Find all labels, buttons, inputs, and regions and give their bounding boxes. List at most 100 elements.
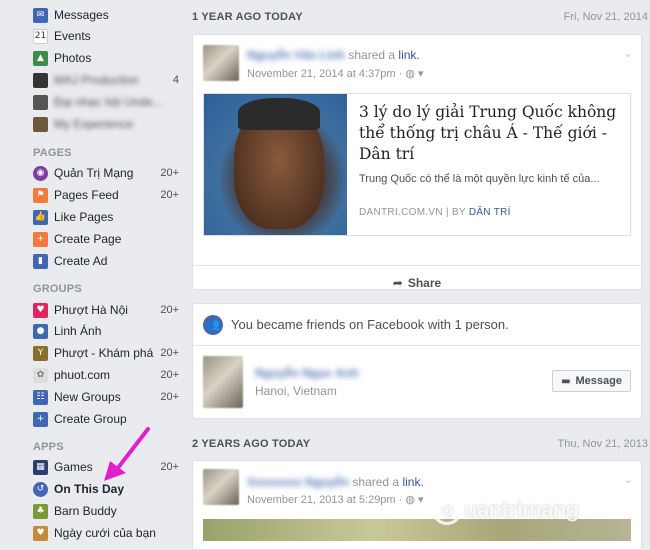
message-label: Message — [575, 375, 622, 387]
post-meta: November 21, 2013 at 5:29pm · ◍ ▾ — [247, 493, 424, 506]
link-preview-text: 3 lý do lý giải Trung Quốc không thể thố… — [347, 94, 630, 235]
message-button[interactable]: ▬ Message — [552, 370, 631, 392]
friends-icon: 👥 — [203, 314, 223, 335]
main-content: 1 YEAR AGO TODAY Fri, Nov 21, 2014 Nguyễ… — [186, 0, 650, 550]
sidebar-item-messages[interactable]: ✉ Messages — [33, 5, 179, 25]
group-thumbnail-icon — [33, 72, 48, 88]
on-this-day-icon: ↺ — [33, 481, 48, 497]
groups-section-header: GROUPS — [33, 283, 82, 295]
post-header: Nguyễn Văn Linh shared a link. — [247, 48, 420, 62]
create-ad-icon: ▮ — [33, 253, 48, 269]
group-icon: ● — [33, 323, 48, 339]
chevron-down-icon[interactable]: ⌄ — [624, 473, 633, 486]
sidebar-item-linh-anh[interactable]: ● Linh Ánh — [33, 321, 179, 341]
sidebar-item-label: Messages — [54, 8, 109, 22]
notification-count: 20+ — [160, 167, 179, 179]
sidebar-item-events[interactable]: 21 Events — [33, 26, 179, 46]
calendar-icon: 21 — [33, 28, 48, 44]
link-preview-image — [204, 94, 347, 235]
apps-section-header: APPS — [33, 441, 64, 453]
globe-icon[interactable]: ◍ ▾ — [405, 68, 423, 80]
sidebar-item-label: Pages Feed — [54, 188, 119, 202]
sidebar-item-group-2[interactable]: Đại nhạc hội Unde... — [33, 92, 179, 112]
link-by-prefix: | BY — [442, 207, 469, 218]
friends-text: You became friends on Facebook with 1 pe… — [231, 317, 509, 332]
sidebar-item-label: Like Pages — [54, 210, 114, 224]
person-hair-image — [238, 98, 320, 130]
create-group-icon: + — [33, 411, 48, 427]
sidebar-item-quan-tri-mang[interactable]: ◉ Quản Trị Mạng 20+ — [33, 163, 179, 183]
sidebar-item-label: Photos — [54, 51, 92, 65]
left-sidebar: ✉ Messages 21 Events ▲ Photos MAJ Produc… — [0, 0, 186, 541]
link-title[interactable]: 3 lý do lý giải Trung Quốc không thể thố… — [359, 102, 620, 165]
wedding-icon: ♥ — [33, 525, 48, 541]
sidebar-item-phuot-kham-pha[interactable]: Y Phượt - Khám phá 20+ — [33, 343, 179, 363]
section-header-1-year: 1 YEAR AGO TODAY Fri, Nov 21, 2014 — [192, 7, 648, 27]
avatar[interactable] — [203, 45, 239, 81]
post-author[interactable]: Nguyễn Văn Linh — [247, 48, 345, 62]
notification-count: 20+ — [160, 461, 179, 473]
page-logo-icon: ◉ — [33, 165, 48, 181]
post-author[interactable]: Xxxxxxxx Nguyễn — [247, 475, 349, 489]
thumbs-up-icon: 👍 — [33, 209, 48, 225]
post-link-word[interactable]: link. — [402, 475, 423, 489]
sidebar-item-label: Create Group — [54, 412, 127, 426]
message-icon: ▬ — [561, 375, 571, 387]
sidebar-item-label: Events — [54, 29, 91, 43]
section-date: Thu, Nov 21, 2013 — [557, 438, 648, 450]
sidebar-item-barn-buddy[interactable]: ♣ Barn Buddy — [33, 501, 179, 521]
watermark: Q uantrimang — [432, 495, 579, 525]
sidebar-item-phuot-ha-noi[interactable]: ♥ Phượt Hà Nội 20+ — [33, 300, 179, 320]
sidebar-item-label: Create Page — [54, 232, 122, 246]
pink-arrow-annotation — [104, 427, 150, 481]
friend-name[interactable]: Nguyễn Ngọc Anh — [255, 366, 359, 380]
sidebar-item-phuot-com[interactable]: ✿ phuot.com 20+ — [33, 365, 179, 385]
notification-count: 20+ — [160, 304, 179, 316]
sidebar-item-label: MAJ Production — [54, 73, 139, 87]
sidebar-item-create-page[interactable]: + Create Page — [33, 229, 179, 249]
sidebar-item-group-1[interactable]: MAJ Production 4 — [33, 70, 179, 90]
post-timestamp[interactable]: November 21, 2013 at 5:29pm · — [247, 494, 405, 506]
sidebar-item-like-pages[interactable]: 👍 Like Pages — [33, 207, 179, 227]
link-domain: DANTRI.COM.VN — [359, 207, 443, 218]
notification-count: 20+ — [160, 391, 179, 403]
friend-avatar[interactable] — [203, 356, 243, 408]
sidebar-item-new-groups[interactable]: ☷ New Groups 20+ — [33, 387, 179, 407]
sidebar-item-label: Ngày cưới của bạn — [54, 526, 156, 540]
link-author[interactable]: DÂN TRÍ — [469, 207, 511, 218]
share-icon: ➦ — [392, 276, 403, 290]
chevron-down-icon[interactable]: ⌄ — [624, 47, 633, 60]
pages-feed-icon: ⚑ — [33, 187, 48, 203]
sidebar-item-group-3[interactable]: My Experience — [33, 114, 179, 134]
post-header: Xxxxxxxx Nguyễn shared a link. — [247, 475, 424, 489]
sidebar-item-label: Phượt Hà Nội — [54, 303, 128, 317]
section-header-2-years: 2 YEARS AGO TODAY Thu, Nov 21, 2013 — [192, 434, 648, 454]
sidebar-item-ngay-cuoi[interactable]: ♥ Ngày cưới của bạn — [33, 523, 179, 543]
sidebar-item-pages-feed[interactable]: ⚑ Pages Feed 20+ — [33, 185, 179, 205]
watermark-text: uantrimang — [464, 497, 579, 522]
barn-buddy-icon: ♣ — [33, 503, 48, 519]
share-label: Share — [407, 276, 442, 290]
post-timestamp[interactable]: November 21, 2014 at 4:37pm · — [247, 68, 405, 80]
link-preview[interactable]: 3 lý do lý giải Trung Quốc không thể thố… — [203, 93, 631, 236]
games-icon: ▦ — [33, 459, 48, 475]
heart-group-icon: ♥ — [33, 302, 48, 318]
friends-header: 👥 You became friends on Facebook with 1 … — [193, 304, 641, 346]
friends-card: 👥 You became friends on Facebook with 1 … — [192, 303, 642, 419]
sidebar-item-photos[interactable]: ▲ Photos — [33, 48, 179, 68]
group-thumbnail-icon — [33, 94, 48, 110]
globe-icon[interactable]: ◍ ▾ — [405, 494, 423, 506]
link-source: DANTRI.COM.VN | BY DÂN TRÍ — [359, 207, 511, 218]
pages-section-header: PAGES — [33, 147, 72, 159]
sidebar-item-label: Quản Trị Mạng — [54, 166, 134, 180]
new-groups-icon: ☷ — [33, 389, 48, 405]
sidebar-item-label: Linh Ánh — [54, 324, 102, 338]
friend-location: Hanoi, Vietnam — [255, 384, 337, 398]
post-link-word[interactable]: link. — [398, 48, 419, 62]
post-meta: November 21, 2014 at 4:37pm · ◍ ▾ — [247, 67, 424, 80]
avatar[interactable] — [203, 469, 239, 505]
messages-icon: ✉ — [33, 7, 48, 23]
sidebar-item-label: New Groups — [54, 390, 121, 404]
sidebar-item-create-ad[interactable]: ▮ Create Ad — [33, 251, 179, 271]
share-button[interactable]: ➦ Share — [193, 265, 641, 300]
